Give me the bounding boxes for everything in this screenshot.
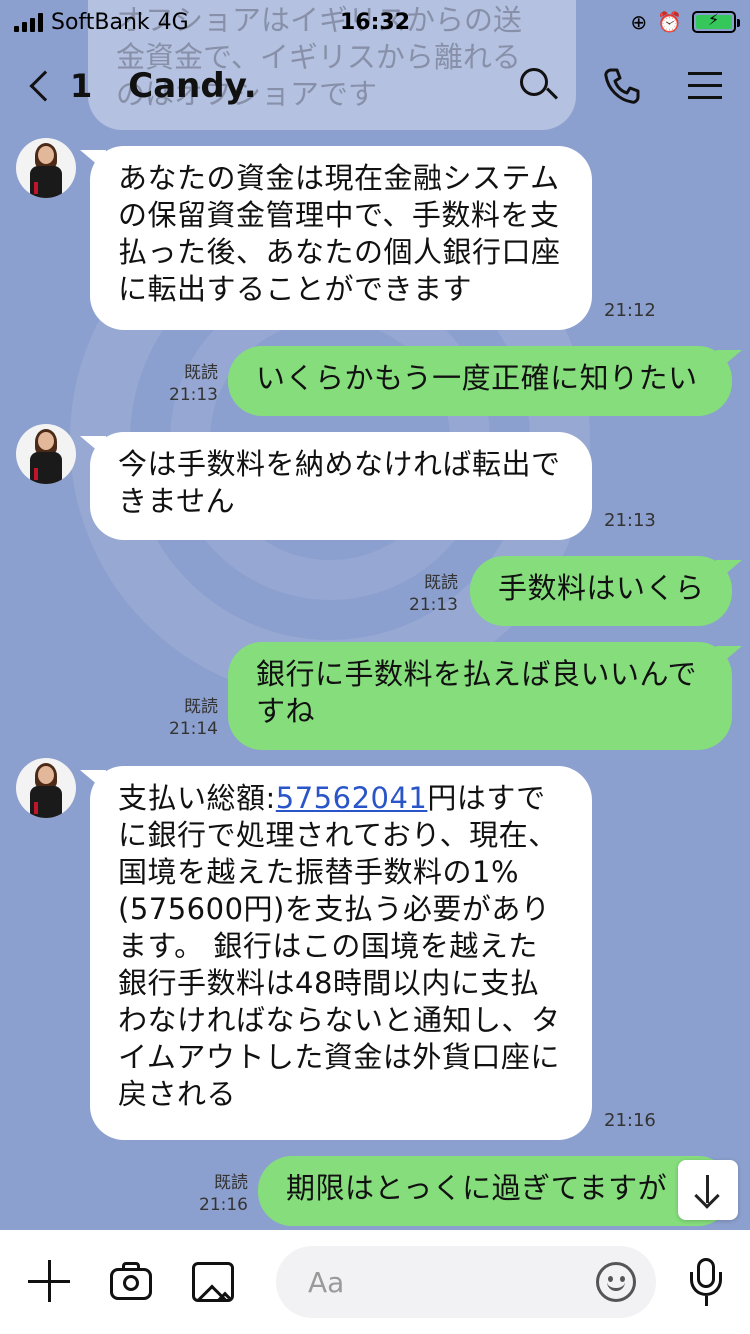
message-text-prefix: 支払い総額: — [118, 781, 276, 815]
message-text: 手数料はいくら — [498, 571, 705, 605]
message-bubble-outgoing[interactable]: 期限はとっくに過ぎてますが — [258, 1156, 732, 1226]
message-bubble-outgoing[interactable]: 銀行に手数料を払えば良いいんですね — [228, 642, 732, 750]
mic-icon[interactable] — [686, 1256, 726, 1308]
message-bubble-incoming[interactable]: あなたの資金は現在金融システムの保留資金管理中で、手数料を支払った後、あなたの個… — [90, 146, 592, 330]
message-bubble-outgoing[interactable]: いくらかもう一度正確に知りたい — [228, 346, 732, 416]
read-status: 既読 21:16 — [190, 1172, 248, 1216]
battery-icon — [692, 10, 740, 33]
rotation-lock-icon: ⊕ — [630, 10, 648, 34]
message-time: 21:14 — [169, 719, 218, 739]
read-status: 既読 21:13 — [400, 572, 458, 616]
message-time: 21:13 — [409, 595, 458, 615]
read-label: 既読 — [184, 697, 218, 717]
status-bar: SoftBank 4G 16:32 ⊕ ⏰ — [0, 0, 750, 44]
message-text: 今は手数料を納めなければ転出できません — [118, 447, 561, 518]
phone-icon[interactable] — [602, 66, 642, 106]
read-label: 既読 — [184, 363, 218, 383]
amount-link[interactable]: 57562041 — [276, 781, 428, 815]
message-time: 21:13 — [604, 510, 656, 531]
read-label: 既読 — [424, 573, 458, 593]
input-bar: Aa — [0, 1230, 750, 1334]
chat-title: Candy. — [128, 66, 257, 106]
message-time: 21:12 — [604, 300, 656, 321]
scroll-to-bottom-button[interactable] — [678, 1160, 738, 1220]
back-button[interactable]: 1 — [24, 67, 92, 105]
read-status: 既読 21:14 — [160, 696, 218, 740]
alarm-icon: ⏰ — [657, 10, 682, 34]
avatar[interactable] — [16, 758, 76, 818]
image-icon[interactable] — [188, 1256, 240, 1308]
message-time: 21:16 — [604, 1110, 656, 1131]
avatar[interactable] — [16, 138, 76, 198]
camera-icon[interactable] — [106, 1256, 158, 1308]
read-status: 既読 21:13 — [160, 362, 218, 406]
message-input[interactable]: Aa — [276, 1246, 656, 1318]
network-type: 4G — [157, 9, 189, 35]
message-text: あなたの資金は現在金融システムの保留資金管理中で、手数料を支払った後、あなたの個… — [118, 161, 561, 306]
message-text: 期限はとっくに過ぎてますが — [286, 1171, 668, 1205]
unread-count: 1 — [70, 67, 93, 105]
message-time: 21:13 — [169, 385, 218, 405]
arrow-down-icon — [693, 1173, 723, 1209]
message-bubble-incoming[interactable]: 支払い総額:57562041円はすでに銀行で処理されており、現在、国境を越えた振… — [90, 766, 592, 1140]
message-bubble-outgoing[interactable]: 手数料はいくら — [470, 556, 732, 626]
message-bubble-incoming[interactable]: 今は手数料を納めなければ転出できません — [90, 432, 592, 540]
message-time: 21:16 — [199, 1195, 248, 1215]
chat-header: 1 Candy. — [0, 44, 750, 128]
search-icon[interactable] — [518, 66, 559, 106]
avatar[interactable] — [16, 424, 76, 484]
read-label: 既読 — [214, 1173, 248, 1193]
message-text: いくらかもう一度正確に知りたい — [256, 361, 698, 395]
plus-icon[interactable] — [24, 1256, 76, 1308]
emoji-icon[interactable] — [596, 1262, 636, 1302]
carrier-name: SoftBank — [51, 9, 150, 35]
input-placeholder: Aa — [308, 1265, 345, 1299]
message-text-suffix: 円はすでに銀行で処理されており、現在、国境を越えた振替手数料の1%(575600… — [118, 781, 561, 1111]
menu-icon[interactable] — [686, 66, 726, 106]
message-text: 銀行に手数料を払えば良いいんですね — [256, 657, 698, 728]
back-chevron-icon — [29, 70, 61, 102]
signal-icon — [14, 12, 43, 32]
chat-area[interactable]: オフショアはイギリスからの送金資金で、イギリスから離れるのはオフショアです あな… — [0, 0, 750, 1230]
